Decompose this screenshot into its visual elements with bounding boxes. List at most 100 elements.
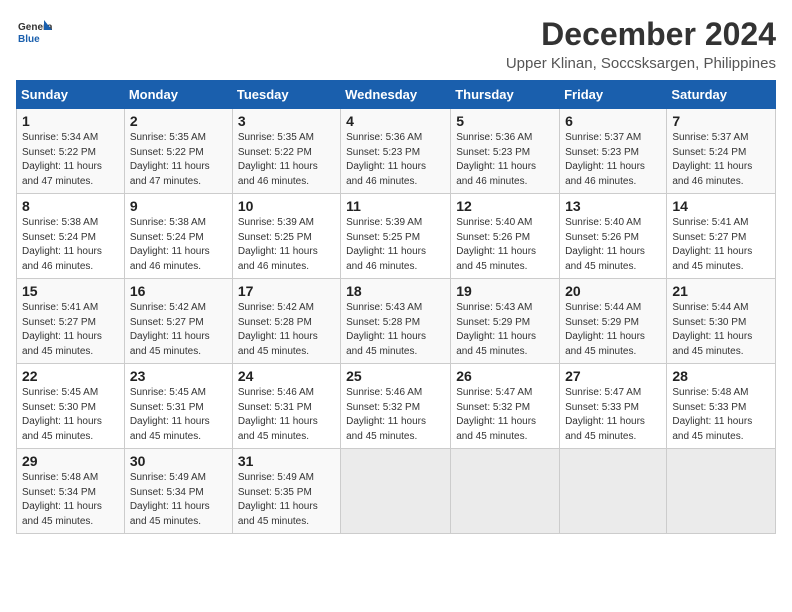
day-number: 2 (130, 113, 227, 129)
day-number: 22 (22, 368, 119, 384)
day-number: 24 (238, 368, 335, 384)
day-detail: Sunrise: 5:36 AMSunset: 5:23 PMDaylight:… (346, 131, 445, 189)
calendar-cell (451, 449, 560, 534)
weekday-header-monday: Monday (124, 81, 232, 109)
day-detail: Sunrise: 5:49 AMSunset: 5:35 PMDaylight:… (238, 471, 335, 529)
day-number: 27 (565, 368, 661, 384)
calendar-cell: 30 Sunrise: 5:49 AMSunset: 5:34 PMDayligh… (124, 449, 232, 534)
day-detail: Sunrise: 5:47 AMSunset: 5:33 PMDaylight:… (565, 386, 661, 444)
calendar-week-4: 22Sunrise: 5:45 AMSunset: 5:30 PMDayligh… (17, 364, 776, 449)
day-number: 30 (130, 453, 227, 469)
day-detail: Sunrise: 5:42 AMSunset: 5:28 PMDaylight:… (238, 301, 335, 359)
calendar-cell: 2 Sunrise: 5:35 AMSunset: 5:22 PMDaylight… (124, 109, 232, 194)
day-number: 26 (456, 368, 554, 384)
calendar-cell: 18Sunrise: 5:43 AMSunset: 5:28 PMDayligh… (341, 279, 451, 364)
calendar-cell: 10 Sunrise: 5:39 AMSunset: 5:25 PMDayligh… (232, 194, 340, 279)
calendar-cell (667, 449, 776, 534)
calendar-subtitle: Upper Klinan, Soccsksargen, Philippines (506, 55, 776, 72)
day-number: 28 (672, 368, 770, 384)
calendar-cell: 16 Sunrise: 5:42 AMSunset: 5:27 PMDayligh… (124, 279, 232, 364)
day-number: 15 (22, 283, 119, 299)
day-detail: Sunrise: 5:35 AMSunset: 5:22 PMDaylight:… (130, 131, 227, 189)
day-number: 23 (130, 368, 227, 384)
calendar-cell: 29 Sunrise: 5:48 AMSunset: 5:34 PMDayligh… (17, 449, 125, 534)
day-number: 5 (456, 113, 554, 129)
day-detail: Sunrise: 5:44 AMSunset: 5:30 PMDaylight:… (672, 301, 770, 359)
calendar-week-1: 1 Sunrise: 5:34 AMSunset: 5:22 PMDaylight… (17, 109, 776, 194)
calendar-cell: 12 Sunrise: 5:40 AMSunset: 5:26 PMDayligh… (451, 194, 560, 279)
calendar-cell: 17 Sunrise: 5:42 AMSunset: 5:28 PMDayligh… (232, 279, 340, 364)
calendar-cell: 25Sunrise: 5:46 AMSunset: 5:32 PMDayligh… (341, 364, 451, 449)
calendar-cell: 7Sunrise: 5:37 AMSunset: 5:24 PMDaylight… (667, 109, 776, 194)
calendar-cell: 4 Sunrise: 5:36 AMSunset: 5:23 PMDaylight… (341, 109, 451, 194)
calendar-cell: 24Sunrise: 5:46 AMSunset: 5:31 PMDayligh… (232, 364, 340, 449)
weekday-header-row: SundayMondayTuesdayWednesdayThursdayFrid… (17, 81, 776, 109)
day-number: 17 (238, 283, 335, 299)
calendar-cell: 5 Sunrise: 5:36 AMSunset: 5:23 PMDaylight… (451, 109, 560, 194)
calendar-cell: 20 Sunrise: 5:44 AMSunset: 5:29 PMDayligh… (560, 279, 667, 364)
day-number: 7 (672, 113, 770, 129)
day-number: 10 (238, 198, 335, 214)
day-number: 9 (130, 198, 227, 214)
day-number: 4 (346, 113, 445, 129)
day-detail: Sunrise: 5:39 AMSunset: 5:25 PMDaylight:… (346, 216, 445, 274)
calendar-cell: 26 Sunrise: 5:47 AMSunset: 5:32 PMDayligh… (451, 364, 560, 449)
calendar-table: SundayMondayTuesdayWednesdayThursdayFrid… (16, 80, 776, 534)
day-number: 1 (22, 113, 119, 129)
day-detail: Sunrise: 5:46 AMSunset: 5:32 PMDaylight:… (346, 386, 445, 444)
day-number: 6 (565, 113, 661, 129)
day-number: 8 (22, 198, 119, 214)
calendar-cell: 13Sunrise: 5:40 AMSunset: 5:26 PMDayligh… (560, 194, 667, 279)
calendar-cell: 23 Sunrise: 5:45 AMSunset: 5:31 PMDayligh… (124, 364, 232, 449)
calendar-cell (560, 449, 667, 534)
day-detail: Sunrise: 5:48 AMSunset: 5:33 PMDaylight:… (672, 386, 770, 444)
day-detail: Sunrise: 5:40 AMSunset: 5:26 PMDaylight:… (565, 216, 661, 274)
day-number: 19 (456, 283, 554, 299)
calendar-cell: 8 Sunrise: 5:38 AMSunset: 5:24 PMDaylight… (17, 194, 125, 279)
calendar-cell: 3Sunrise: 5:35 AMSunset: 5:22 PMDaylight… (232, 109, 340, 194)
calendar-title: December 2024 (506, 16, 776, 53)
calendar-week-3: 15 Sunrise: 5:41 AMSunset: 5:27 PMDayligh… (17, 279, 776, 364)
calendar-week-2: 8 Sunrise: 5:38 AMSunset: 5:24 PMDaylight… (17, 194, 776, 279)
calendar-cell: 22Sunrise: 5:45 AMSunset: 5:30 PMDayligh… (17, 364, 125, 449)
day-detail: Sunrise: 5:38 AMSunset: 5:24 PMDaylight:… (130, 216, 227, 274)
day-detail: Sunrise: 5:47 AMSunset: 5:32 PMDaylight:… (456, 386, 554, 444)
day-detail: Sunrise: 5:38 AMSunset: 5:24 PMDaylight:… (22, 216, 119, 274)
weekday-header-tuesday: Tuesday (232, 81, 340, 109)
day-detail: Sunrise: 5:40 AMSunset: 5:26 PMDaylight:… (456, 216, 554, 274)
calendar-cell: 21Sunrise: 5:44 AMSunset: 5:30 PMDayligh… (667, 279, 776, 364)
calendar-cell (341, 449, 451, 534)
day-detail: Sunrise: 5:43 AMSunset: 5:29 PMDaylight:… (456, 301, 554, 359)
day-number: 20 (565, 283, 661, 299)
day-detail: Sunrise: 5:34 AMSunset: 5:22 PMDaylight:… (22, 131, 119, 189)
day-number: 11 (346, 198, 445, 214)
day-detail: Sunrise: 5:42 AMSunset: 5:27 PMDaylight:… (130, 301, 227, 359)
day-detail: Sunrise: 5:39 AMSunset: 5:25 PMDaylight:… (238, 216, 335, 274)
day-detail: Sunrise: 5:48 AMSunset: 5:34 PMDaylight:… (22, 471, 119, 529)
day-detail: Sunrise: 5:45 AMSunset: 5:31 PMDaylight:… (130, 386, 227, 444)
calendar-cell: 15 Sunrise: 5:41 AMSunset: 5:27 PMDayligh… (17, 279, 125, 364)
calendar-cell: 6 Sunrise: 5:37 AMSunset: 5:23 PMDaylight… (560, 109, 667, 194)
day-detail: Sunrise: 5:37 AMSunset: 5:23 PMDaylight:… (565, 131, 661, 189)
title-block: December 2024 Upper Klinan, Soccsksargen… (506, 16, 776, 72)
calendar-cell: 31 Sunrise: 5:49 AMSunset: 5:35 PMDayligh… (232, 449, 340, 534)
calendar-cell: 27 Sunrise: 5:47 AMSunset: 5:33 PMDayligh… (560, 364, 667, 449)
day-number: 31 (238, 453, 335, 469)
weekday-header-friday: Friday (560, 81, 667, 109)
day-detail: Sunrise: 5:41 AMSunset: 5:27 PMDaylight:… (22, 301, 119, 359)
calendar-week-5: 29 Sunrise: 5:48 AMSunset: 5:34 PMDayligh… (17, 449, 776, 534)
day-number: 16 (130, 283, 227, 299)
day-number: 3 (238, 113, 335, 129)
day-detail: Sunrise: 5:43 AMSunset: 5:28 PMDaylight:… (346, 301, 445, 359)
calendar-cell: 19 Sunrise: 5:43 AMSunset: 5:29 PMDayligh… (451, 279, 560, 364)
day-detail: Sunrise: 5:49 AMSunset: 5:34 PMDaylight:… (130, 471, 227, 529)
day-number: 29 (22, 453, 119, 469)
day-number: 12 (456, 198, 554, 214)
calendar-cell: 28 Sunrise: 5:48 AMSunset: 5:33 PMDayligh… (667, 364, 776, 449)
calendar-cell: 14Sunrise: 5:41 AMSunset: 5:27 PMDayligh… (667, 194, 776, 279)
day-detail: Sunrise: 5:36 AMSunset: 5:23 PMDaylight:… (456, 131, 554, 189)
page-header: General Blue December 2024 Upper Klinan,… (16, 16, 776, 72)
weekday-header-saturday: Saturday (667, 81, 776, 109)
day-detail: Sunrise: 5:44 AMSunset: 5:29 PMDaylight:… (565, 301, 661, 359)
weekday-header-sunday: Sunday (17, 81, 125, 109)
